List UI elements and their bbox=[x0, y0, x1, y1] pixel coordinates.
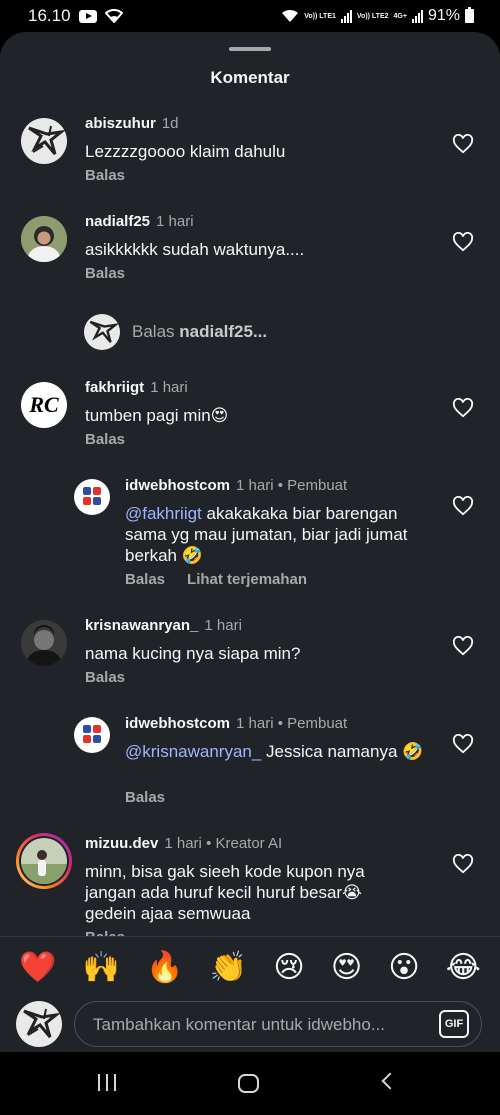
emoji-fire-button[interactable]: 🔥 bbox=[146, 950, 183, 985]
youtube-icon bbox=[78, 9, 97, 23]
comment-composer: Tambahkan komentar untuk idwebho... GIF bbox=[0, 998, 500, 1052]
creator-badge: • Pembuat bbox=[277, 477, 348, 494]
avatar[interactable] bbox=[21, 118, 67, 164]
comment-username[interactable]: abiszuhur bbox=[85, 115, 156, 132]
comment-text: Jessica namanya 🤣 bbox=[261, 742, 424, 761]
comment-time: 1 hari bbox=[150, 379, 188, 396]
avatar[interactable] bbox=[21, 620, 67, 666]
creator-badge: • Pembuat bbox=[277, 715, 348, 732]
comment-username[interactable]: idwebhostcom bbox=[125, 715, 230, 732]
sheet-title: Komentar bbox=[210, 68, 290, 87]
comment-text: nama kucing nya siapa min? bbox=[85, 644, 301, 663]
drag-handle[interactable] bbox=[229, 47, 271, 51]
wifi-calling-icon bbox=[282, 9, 299, 22]
network-label-2: Vo)) LTE2 bbox=[356, 12, 389, 20]
avatar[interactable] bbox=[74, 479, 110, 515]
comment-time: 1 hari bbox=[236, 715, 274, 732]
current-user-avatar bbox=[84, 314, 120, 350]
heart-icon[interactable] bbox=[452, 854, 474, 874]
emoji-heart-eyes-button[interactable]: 😍 bbox=[331, 950, 362, 985]
avatar[interactable] bbox=[74, 717, 110, 753]
comment-time: 1 hari bbox=[236, 477, 274, 494]
comment-time: 1 hari bbox=[204, 617, 242, 634]
signal-icon-1 bbox=[340, 9, 352, 23]
reply-button[interactable]: Balas bbox=[85, 669, 125, 686]
emoji-crying-button[interactable]: 😢 bbox=[273, 950, 304, 985]
recent-apps-button[interactable] bbox=[98, 1074, 116, 1091]
heart-icon[interactable] bbox=[452, 134, 474, 154]
emoji-surprised-button[interactable]: 😮 bbox=[388, 950, 419, 985]
comment-text: Lezzzzgoooo klaim dahulu bbox=[85, 142, 286, 161]
emoji-clap-button[interactable]: 👏 bbox=[210, 950, 247, 985]
emoji-raised-hands-button[interactable]: 🙌 bbox=[83, 950, 120, 985]
heart-icon[interactable] bbox=[452, 496, 474, 516]
reply-button[interactable]: Balas bbox=[125, 571, 165, 588]
mention-link[interactable]: @fakhriigt bbox=[125, 504, 202, 523]
comments-sheet: Komentar abiszuhur 1d Lezzzzgoooo klaim d… bbox=[0, 32, 500, 1052]
emoji-quick-bar: ❤️ 🙌 🔥 👏 😢 😍 😮 😂 bbox=[0, 936, 500, 998]
heart-icon[interactable] bbox=[452, 734, 474, 754]
system-nav-bar bbox=[0, 1052, 500, 1115]
comment-username[interactable]: fakhriigt bbox=[85, 379, 144, 396]
battery-percent: 91% bbox=[427, 7, 460, 24]
comment-text: tumben pagi min😍 bbox=[85, 406, 229, 425]
wifi-icon bbox=[104, 9, 123, 23]
gif-button[interactable]: GIF bbox=[439, 1010, 469, 1038]
reply-button[interactable]: Balas bbox=[125, 789, 165, 806]
emoji-heart-button[interactable]: ❤️ bbox=[19, 950, 56, 985]
home-button[interactable] bbox=[238, 1074, 259, 1093]
see-translation-button[interactable]: Lihat terjemahan bbox=[187, 571, 307, 588]
comment-time: 1 hari bbox=[164, 835, 202, 852]
status-bar: 16.10 Vo)) LTE1 Vo)) LTE2 4G+ 91% bbox=[0, 0, 500, 32]
reply-button[interactable]: Balas bbox=[85, 265, 125, 282]
comment-username[interactable]: idwebhostcom bbox=[125, 477, 230, 494]
status-time: 16.10 bbox=[28, 6, 71, 25]
inline-reply-prompt[interactable]: Balas nadialf25... bbox=[84, 314, 267, 350]
mention-link[interactable]: @krisnawanryan_ bbox=[125, 742, 261, 761]
current-user-avatar bbox=[16, 1001, 62, 1047]
reply-button[interactable]: Balas bbox=[85, 167, 125, 184]
avatar[interactable] bbox=[16, 833, 72, 889]
back-button[interactable] bbox=[381, 1072, 399, 1090]
signal-icon-2 bbox=[411, 9, 423, 23]
comment-time: 1 hari bbox=[156, 213, 194, 230]
comment-username[interactable]: nadialf25 bbox=[85, 213, 150, 230]
comment-username[interactable]: krisnawanryan_ bbox=[85, 617, 198, 634]
network-label-1: Vo)) LTE1 bbox=[304, 12, 336, 20]
reply-button[interactable]: Balas bbox=[85, 431, 125, 448]
ai-creator-badge: • Kreator AI bbox=[206, 835, 283, 852]
comment-text: asikkkkkk sudah waktunya.... bbox=[85, 240, 305, 259]
comment-time: 1d bbox=[161, 115, 179, 132]
comment-text: minn, bisa gak sieeh kode kupon nya jang… bbox=[85, 862, 365, 923]
reply-prompt-prefix: Balas bbox=[132, 322, 175, 341]
reply-prompt-username: nadialf25... bbox=[179, 322, 268, 341]
emoji-laughing-button[interactable]: 😂 bbox=[446, 950, 481, 985]
svg-text:RC: RC bbox=[28, 392, 59, 417]
battery-icon bbox=[465, 7, 474, 23]
heart-icon[interactable] bbox=[452, 636, 474, 656]
comment-input-placeholder: Tambahkan komentar untuk idwebho... bbox=[93, 1015, 386, 1034]
avatar[interactable]: RC bbox=[21, 382, 67, 428]
avatar[interactable] bbox=[21, 216, 67, 262]
network-label-3: 4G+ bbox=[393, 12, 407, 20]
heart-icon[interactable] bbox=[452, 398, 474, 418]
comment-input[interactable]: Tambahkan komentar untuk idwebho... GIF bbox=[74, 1001, 482, 1047]
comment-username[interactable]: mizuu.dev bbox=[85, 835, 158, 852]
heart-icon[interactable] bbox=[452, 232, 474, 252]
